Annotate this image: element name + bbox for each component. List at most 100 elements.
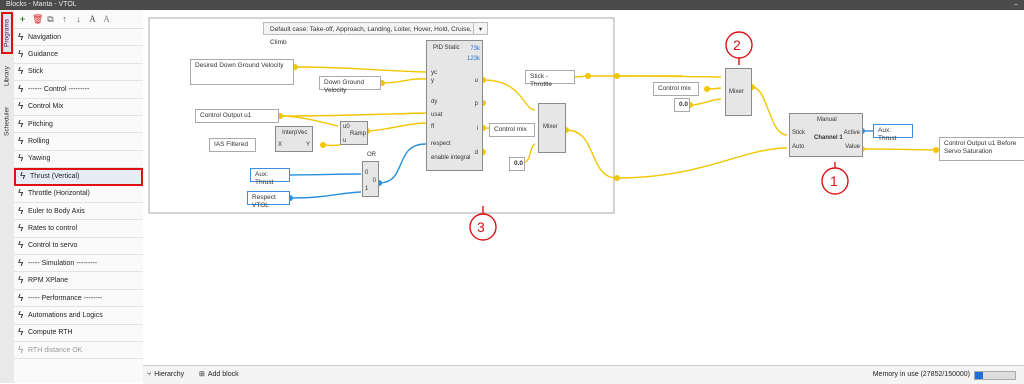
hierarchy-label: Hierarchy — [154, 366, 184, 384]
control-mix-block[interactable]: Control mix — [489, 123, 535, 137]
list-item-label: RPM XPlane — [28, 277, 68, 284]
list-item-label: ----- Simulation --------- — [28, 260, 97, 267]
list-item[interactable]: ϟControl to servo — [14, 238, 143, 255]
block-label: Aux: Thrust — [878, 127, 896, 142]
desired-down-velocity-block[interactable]: Desired Down Ground Velocity — [190, 59, 294, 85]
list-item[interactable]: ϟPitching — [14, 116, 143, 133]
respect-vtol-block[interactable]: Respect VTOL — [247, 191, 290, 205]
block-label: Control Output u1 — [200, 112, 251, 119]
list-item[interactable]: ϟAutomations and Logics — [14, 307, 143, 324]
wire — [286, 174, 361, 175]
control-output-before-saturation-block[interactable]: Control Output u1 Before Servo Saturatio… — [939, 137, 1024, 161]
block-label: Aux: Thrust — [255, 171, 273, 186]
constant-block[interactable]: 0.0 — [674, 98, 690, 112]
list-item[interactable]: ϟRTH distance OK — [14, 342, 143, 359]
list-item[interactable]: ϟGuidance — [14, 46, 143, 63]
wire — [290, 192, 361, 198]
wire — [566, 130, 787, 178]
control-output-block[interactable]: Control Output u1 — [195, 109, 279, 123]
list-item[interactable]: ϟEuler to Body Axis — [14, 203, 143, 220]
font-icon[interactable]: A — [88, 15, 97, 24]
add-block-button[interactable]: ⊞ Add block — [199, 366, 239, 384]
block-label: Control Output u1 Before Servo Saturatio… — [944, 140, 1016, 155]
port-label: u0 — [343, 124, 350, 130]
status-bar: ⑂ Hierarchy ⊞ Add block Memory in use (2… — [143, 365, 1024, 384]
list-item-label: ----- Performance -------- — [28, 295, 102, 302]
list-item[interactable]: ϟRolling — [14, 133, 143, 150]
block-label: Desired Down Ground Velocity — [195, 62, 284, 69]
tab-library[interactable]: Library — [1, 56, 13, 96]
stick-throttle-block[interactable]: Stick - Throttle — [525, 70, 575, 84]
add-icon[interactable]: + — [18, 15, 27, 24]
constant-block[interactable]: 0.0 — [509, 157, 525, 171]
port-label: d — [475, 150, 478, 156]
add-block-icon: ⊞ — [199, 366, 205, 384]
control-mix-block[interactable]: Control mix — [653, 82, 699, 96]
font-options-icon[interactable]: A — [102, 15, 111, 24]
lightning-icon: ϟ — [18, 49, 25, 60]
block-canvas[interactable]: Default case: Take-off, Approach, Landin… — [143, 10, 1024, 365]
pid-static-block[interactable]: PID Static 73k 123k yc y dy usat ff resp… — [426, 40, 483, 171]
lightning-icon: ϟ — [18, 119, 25, 130]
list-item-label: Yawing — [28, 155, 50, 162]
list-item[interactable]: ϟThrottle (Horizontal) — [14, 186, 143, 203]
arrow-up-icon[interactable]: ↑ — [60, 15, 69, 24]
tab-scheduler[interactable]: Scheduler — [1, 98, 13, 144]
list-item-label: Control Mix — [28, 103, 63, 110]
lightning-icon: ϟ — [18, 101, 25, 112]
arrow-down-icon[interactable]: ↓ — [74, 15, 83, 24]
port-label: p — [475, 101, 478, 107]
list-item-label: ------ Control --------- — [28, 86, 89, 93]
wire — [752, 87, 787, 135]
annotation-number: 1 — [830, 173, 838, 189]
manual-switch-block[interactable]: Manual Stick Channel 1 Auto Active Value — [789, 113, 863, 157]
copy-icon[interactable]: ⧉ — [46, 15, 55, 24]
list-item[interactable]: ϟStick — [14, 64, 143, 81]
aux-thrust-input-block[interactable]: Aux: Thrust — [250, 168, 290, 182]
window-title: Blocks - Manta - VTOL — [6, 0, 77, 10]
ramp-block[interactable]: u0 Ramp u — [340, 121, 368, 145]
list-item-label: Thrust (Vertical) — [30, 173, 79, 180]
list-item[interactable]: ϟYawing — [14, 151, 143, 168]
list-item[interactable]: ϟ------ Control --------- — [14, 81, 143, 98]
port-label: u — [343, 138, 346, 144]
list-item[interactable]: ϟRates to control — [14, 220, 143, 237]
list-item-label: Euler to Body Axis — [28, 208, 85, 215]
list-item[interactable]: ϟControl Mix — [14, 99, 143, 116]
hierarchy-button[interactable]: ⑂ Hierarchy — [147, 366, 184, 384]
port-label: Value — [845, 144, 860, 150]
list-item[interactable]: ϟNavigation — [14, 29, 143, 46]
list-item[interactable]: ϟ----- Performance -------- — [14, 290, 143, 307]
port-label: usat — [431, 112, 442, 118]
list-item-label: RTH distance OK — [28, 347, 82, 354]
list-item-label: Stick — [28, 68, 43, 75]
block-title: PID Static — [433, 45, 460, 51]
list-item-selected[interactable]: ϟThrust (Vertical) — [14, 168, 143, 185]
block-label: IAS Filtered — [214, 141, 248, 148]
mixer-block[interactable]: Mixer — [538, 103, 566, 153]
list-item[interactable]: ϟRPM XPlane — [14, 272, 143, 289]
list-item[interactable]: ϟCompute RTH — [14, 325, 143, 342]
block-label: Control mix — [658, 85, 691, 92]
block-title: InterpVec — [282, 130, 307, 136]
down-velocity-block[interactable]: Down Ground Velocity — [319, 76, 381, 90]
delete-icon[interactable]: 🗑 — [32, 15, 41, 24]
or-block[interactable]: OR 0 1 0 — [362, 161, 379, 197]
lightning-icon: ϟ — [18, 223, 25, 234]
interpvec-block[interactable]: InterpVec X Y — [275, 126, 313, 152]
mixer-block[interactable]: Mixer — [725, 68, 752, 116]
programs-sidebar: + 🗑 ⧉ ↑ ↓ A A ϟNavigation ϟGuidance ϟSti… — [14, 10, 144, 383]
minimize-button[interactable]: – — [1014, 0, 1018, 10]
block-label: 0.0 — [514, 160, 523, 167]
ias-filtered-block[interactable]: IAS Filtered — [209, 138, 256, 152]
block-title: Manual — [817, 117, 837, 123]
memory-bar — [974, 371, 1016, 380]
aux-thrust-output-block[interactable]: Aux: Thrust — [873, 124, 913, 138]
lightning-icon: ϟ — [18, 293, 25, 304]
case-dropdown[interactable]: Default case: Take-off, Approach, Landin… — [263, 22, 488, 35]
list-item[interactable]: ϟ----- Simulation --------- — [14, 255, 143, 272]
tab-programs[interactable]: Programs — [1, 12, 13, 54]
window-titlebar: Blocks - Manta - VTOL – — [0, 0, 1024, 10]
add-block-label: Add block — [208, 366, 239, 384]
side-tab-strip: Programs Library Scheduler — [0, 10, 15, 383]
